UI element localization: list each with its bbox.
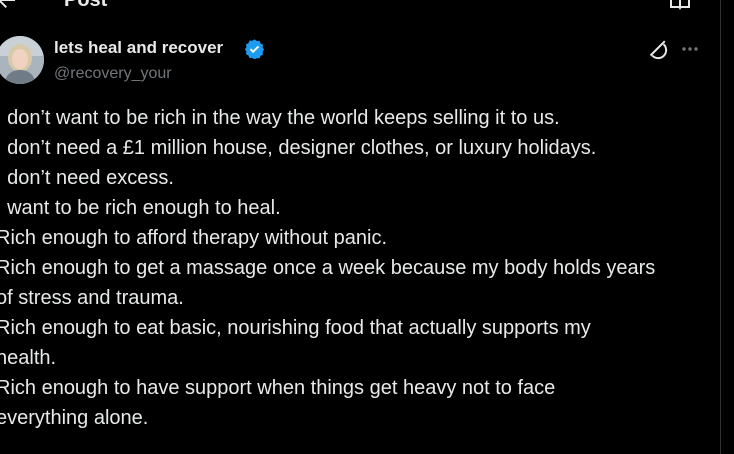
post-text-line: I don’t need a £1 million house, designe…: [0, 137, 597, 159]
post-text-line: of stress and trauma.: [0, 287, 184, 309]
author-name[interactable]: lets heal and recover: [54, 38, 223, 58]
post-text-line: everything alone.: [0, 407, 149, 429]
post-text: I don’t want to be rich in the way the w…: [0, 103, 716, 433]
post-text-line: I want to be rich enough to heal.: [0, 197, 281, 219]
post-text-line: Rich enough to get a massage once a week…: [0, 257, 656, 279]
post-header: Post: [0, 0, 720, 16]
grok-icon[interactable]: [646, 38, 668, 60]
avatar[interactable]: [0, 36, 44, 84]
post-text-line: Rich enough to afford therapy without pa…: [0, 227, 387, 249]
page-title: Post: [64, 0, 108, 11]
post-text-line: I don’t want to be rich in the way the w…: [0, 107, 560, 129]
column-border: [720, 0, 721, 454]
post-text-line: Rich enough to have support when things …: [0, 377, 556, 399]
author-handle[interactable]: @recovery_your: [54, 64, 172, 84]
reader-icon[interactable]: [668, 0, 692, 12]
verified-badge-icon[interactable]: [244, 38, 265, 60]
post-text-line: Rich enough to eat basic, nourishing foo…: [0, 317, 591, 339]
post-text-line: I don’t need excess.: [0, 167, 174, 189]
back-arrow-icon[interactable]: [0, 0, 18, 12]
post-text-line: health.: [0, 347, 57, 369]
more-icon[interactable]: [680, 40, 700, 58]
